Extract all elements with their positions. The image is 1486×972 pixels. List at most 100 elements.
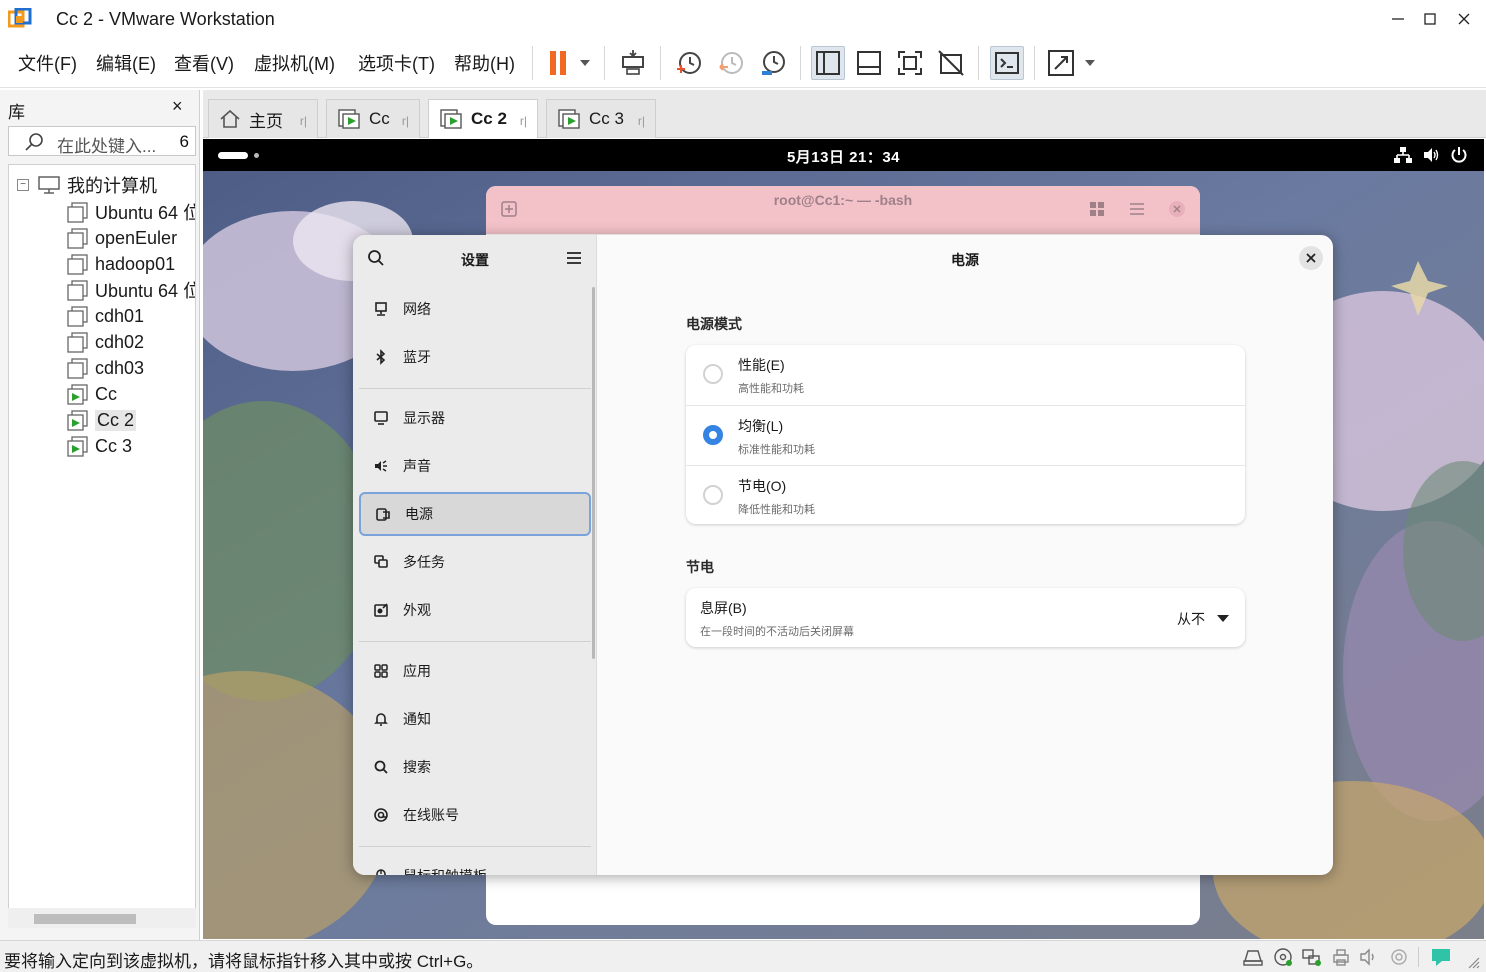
library-close-button[interactable]: × [172, 96, 183, 117]
status-divider [1418, 947, 1419, 967]
minimize-button[interactable] [1384, 6, 1412, 32]
menu-toolbar: 文件(F) 编辑(E) 查看(V) 虚拟机(M) 选项卡(T) 帮助(H) [0, 38, 1486, 88]
close-icon[interactable] [1168, 200, 1186, 218]
tree-item-cc[interactable]: Cc [67, 381, 117, 407]
tree-root-my-computer[interactable]: − 我的计算机 [17, 173, 157, 197]
sidebar-item-network[interactable]: 网络 [359, 287, 591, 331]
tab-close-icon[interactable]: r| [300, 114, 307, 128]
usb-controller-icon[interactable] [1388, 947, 1410, 967]
tree-item-ubuntu-64[interactable]: Ubuntu 64 位 [67, 277, 195, 303]
tab-overview-icon[interactable] [1088, 200, 1106, 218]
power-mode-performance-row[interactable]: 性能(E) 高性能和功耗 [686, 345, 1245, 405]
power-mode-balanced-row[interactable]: 均衡(L) 标准性能和功耗 [686, 405, 1245, 465]
sidebar-item-multitasking[interactable]: 多任务 [359, 540, 591, 584]
sidebar-item-label: 搜索 [403, 759, 431, 775]
hamburger-menu-icon[interactable] [566, 251, 582, 265]
tree-item-ubuntu-64[interactable]: Ubuntu 64 位 [67, 199, 195, 225]
radio-button-checked[interactable] [703, 425, 723, 445]
vm-console[interactable]: 5月13日 21：34 root@Cc1:~ — -bash 设置 网络 蓝牙 … [203, 139, 1484, 939]
unity-button[interactable] [934, 46, 968, 80]
settings-close-button[interactable] [1299, 246, 1323, 270]
sidebar-item-apps[interactable]: 应用 [359, 649, 591, 693]
tab-cc-3[interactable]: Cc 3 r| [546, 99, 656, 138]
tab-close-icon[interactable]: r| [402, 114, 409, 128]
vm-running-icon [440, 109, 462, 129]
revert-snapshot-button[interactable] [714, 46, 748, 80]
tree-item-openeuler[interactable]: openEuler [67, 225, 177, 251]
page-title: 电源 [951, 252, 979, 268]
menu-file[interactable]: 文件(F) [18, 50, 77, 76]
toolbar-divider [604, 46, 605, 80]
tab-close-icon[interactable]: r| [520, 114, 527, 128]
blank-screen-dropdown[interactable]: 从不 [1177, 609, 1205, 629]
gnome-clock[interactable]: 5月13日 21：34 [203, 146, 1484, 167]
vm-icon [67, 306, 88, 327]
volume-icon[interactable] [1422, 146, 1440, 164]
stretch-icon [1048, 50, 1095, 76]
search-icon [25, 133, 43, 151]
power-off-icon[interactable] [1450, 146, 1468, 164]
sound-card-icon[interactable] [1358, 947, 1380, 967]
network-adapter-icon[interactable] [1300, 947, 1322, 967]
take-snapshot-button[interactable] [672, 46, 706, 80]
tab-cc[interactable]: Cc r| [326, 99, 420, 138]
printer-icon[interactable] [1330, 947, 1352, 967]
sidebar-item-mouse[interactable]: 鼠标和触摸板 [359, 854, 591, 875]
network-wired-icon[interactable] [1394, 146, 1412, 164]
tree-item-hadoop01[interactable]: hadoop01 [67, 251, 175, 277]
library-view-button[interactable] [811, 46, 845, 80]
hamburger-menu-icon[interactable] [1128, 200, 1146, 218]
tab-home[interactable]: 主页 r| [208, 99, 318, 138]
hard-disk-icon[interactable] [1242, 947, 1264, 967]
revert-snapshot-icon [719, 52, 743, 74]
sidebar-item-power[interactable]: 电源 [359, 492, 591, 536]
tree-item-cc-2[interactable]: Cc 2 [67, 407, 137, 433]
tree-item-cdh03[interactable]: cdh03 [67, 355, 144, 381]
sidebar-item-search[interactable]: 搜索 [359, 745, 591, 789]
settings-window[interactable]: 设置 网络蓝牙显示器声音电源多任务外观应用通知搜索在线账号鼠标和触摸板 电源 电… [353, 235, 1333, 875]
tab-close-icon[interactable]: r| [638, 114, 645, 128]
send-ctrl-alt-del-button[interactable] [616, 46, 650, 80]
thumbnail-bar-button[interactable] [852, 46, 886, 80]
vm-running-icon [558, 109, 580, 129]
tab-cc-2[interactable]: Cc 2 r| [428, 99, 538, 138]
menu-edit[interactable]: 编辑(E) [96, 50, 156, 76]
menu-help[interactable]: 帮助(H) [454, 50, 515, 76]
sidebar-item-online-accounts[interactable]: 在线账号 [359, 793, 591, 837]
sidebar-item-sound[interactable]: 声音 [359, 444, 591, 488]
tree-item-cdh02[interactable]: cdh02 [67, 329, 144, 355]
sidebar-item-notifications[interactable]: 通知 [359, 697, 591, 741]
sidebar-item-bluetooth[interactable]: 蓝牙 [359, 335, 591, 379]
power-mode-power-saver-row[interactable]: 节电(O) 降低性能和功耗 [686, 465, 1245, 524]
stretch-guest-button[interactable] [1044, 46, 1100, 80]
pause-button[interactable] [542, 46, 596, 80]
maximize-button[interactable] [1416, 6, 1444, 32]
snapshot-manager-button[interactable] [756, 46, 790, 80]
toolbar-divider [800, 46, 801, 80]
toolbar-divider [532, 46, 533, 80]
collapse-toggle-icon[interactable]: − [17, 179, 29, 191]
tree-item-cc-3[interactable]: Cc 3 [67, 433, 132, 459]
menu-tabs[interactable]: 选项卡(T) [358, 50, 435, 76]
library-search-input[interactable]: 在此处键入... 6 [8, 126, 196, 156]
scrollbar-thumb[interactable] [34, 914, 136, 924]
close-window-button[interactable] [1450, 6, 1478, 32]
cd-dvd-icon[interactable] [1272, 947, 1294, 967]
full-screen-button[interactable] [893, 46, 927, 80]
library-horizontal-scrollbar[interactable] [8, 908, 196, 928]
minimize-icon [1392, 18, 1404, 20]
console-view-button[interactable] [990, 46, 1024, 80]
chevron-down-icon[interactable] [1217, 615, 1229, 622]
sidebar-item-display[interactable]: 显示器 [359, 396, 591, 440]
vm-running-icon [67, 436, 88, 457]
radio-button[interactable] [703, 364, 723, 384]
menu-vm[interactable]: 虚拟机(M) [254, 50, 335, 76]
resize-grip-icon[interactable] [1466, 955, 1480, 969]
sidebar-item-label: 蓝牙 [403, 349, 431, 365]
tree-item-cdh01[interactable]: cdh01 [67, 303, 144, 329]
menu-view[interactable]: 查看(V) [174, 50, 234, 76]
message-log-icon[interactable] [1430, 947, 1452, 967]
sidebar-item-appearance[interactable]: 外观 [359, 588, 591, 632]
radio-button[interactable] [703, 485, 723, 505]
sidebar-scrollbar[interactable] [592, 287, 595, 659]
